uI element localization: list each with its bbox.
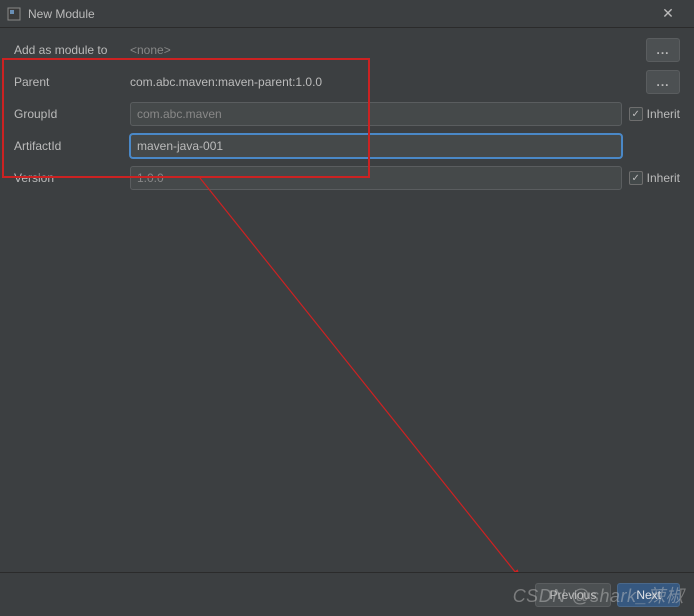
artifactid-input[interactable] — [130, 134, 622, 158]
groupid-row: GroupId ✓ Inherit — [10, 100, 684, 128]
version-label: Version — [10, 171, 130, 185]
artifactid-label: ArtifactId — [10, 139, 130, 153]
add-module-row: Add as module to <none> ... — [10, 36, 684, 64]
close-icon[interactable]: ✕ — [648, 5, 688, 22]
parent-label: Parent — [10, 75, 130, 89]
titlebar: New Module ✕ — [0, 0, 694, 28]
add-module-value: <none> — [130, 43, 171, 57]
groupid-input[interactable] — [130, 102, 622, 126]
version-inherit-checkbox[interactable]: ✓ Inherit — [629, 171, 680, 185]
previous-button[interactable]: Previous — [535, 583, 612, 607]
version-input[interactable] — [130, 166, 622, 190]
window-title: New Module — [28, 7, 648, 21]
check-icon: ✓ — [629, 171, 643, 185]
footer: Previous Next — [0, 572, 694, 616]
check-icon: ✓ — [629, 107, 643, 121]
next-button[interactable]: Next — [617, 583, 680, 607]
parent-value: com.abc.maven:maven-parent:1.0.0 — [130, 75, 322, 89]
version-inherit-label: Inherit — [647, 171, 680, 185]
version-row: Version ✓ Inherit — [10, 164, 684, 192]
parent-row: Parent com.abc.maven:maven-parent:1.0.0 … — [10, 68, 684, 96]
parent-browse-button[interactable]: ... — [646, 70, 680, 94]
groupid-label: GroupId — [10, 107, 130, 121]
add-module-label: Add as module to — [10, 43, 130, 57]
add-module-browse-button[interactable]: ... — [646, 38, 680, 62]
app-icon — [6, 6, 22, 22]
artifactid-row: ArtifactId — [10, 132, 684, 160]
content-area: Add as module to <none> ... Parent com.a… — [0, 28, 694, 204]
groupid-inherit-checkbox[interactable]: ✓ Inherit — [629, 107, 680, 121]
groupid-inherit-label: Inherit — [647, 107, 680, 121]
